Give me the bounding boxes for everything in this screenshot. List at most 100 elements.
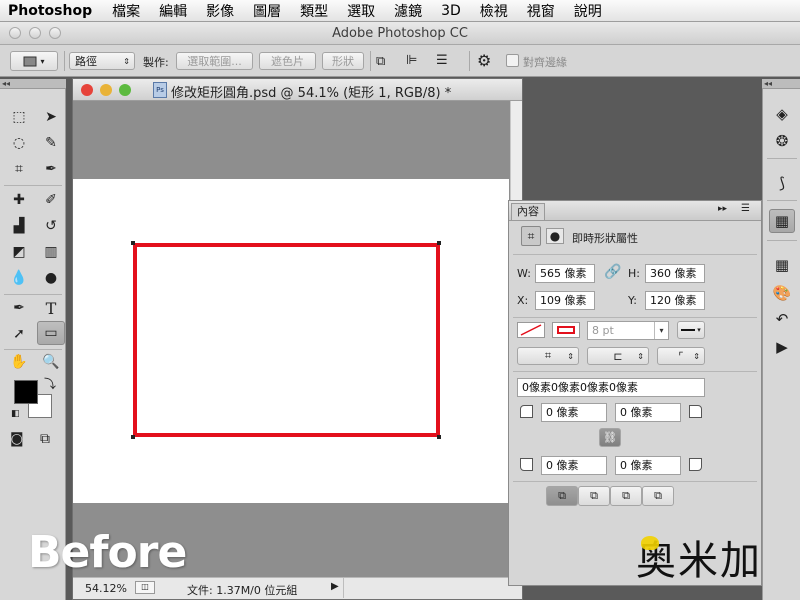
pen-icon[interactable]: ✒ [6, 297, 32, 319]
move-icon[interactable]: ➤ [38, 106, 64, 128]
dodge-icon[interactable]: ● [38, 267, 64, 289]
dock-header[interactable]: ◂◂ [762, 79, 800, 89]
select-arrows-icon: ⇕ [123, 56, 130, 66]
tool-preset-picker[interactable]: ▾ [10, 51, 58, 71]
eraser-icon[interactable]: ◩ [6, 241, 32, 263]
screen-mode-icon[interactable]: ⧉ [40, 431, 50, 447]
toolbox-header[interactable]: ◂◂ [0, 79, 66, 89]
doc-close-button[interactable] [81, 84, 93, 96]
psd-file-icon: Ps [153, 82, 167, 98]
rectangle-shape[interactable] [73, 179, 509, 503]
stamp-icon[interactable]: ▟ [6, 215, 32, 237]
stroke-align-select[interactable]: ⌗ ⇕ [517, 347, 579, 365]
align-edges-checkbox[interactable] [506, 54, 519, 67]
stroke-swatch[interactable] [552, 322, 580, 338]
exclude-shapes-button[interactable]: ⧉ [642, 486, 674, 506]
doc-zoom-button[interactable] [119, 84, 131, 96]
quick-select-icon[interactable]: ✎ [38, 132, 64, 154]
healing-icon[interactable]: ✚ [6, 189, 32, 211]
styles-icon[interactable]: 🎨 [769, 281, 795, 305]
quick-mask-icon[interactable]: ◙ [10, 431, 24, 447]
history-icon[interactable]: ↶ [769, 307, 795, 331]
file-info: 文件: 1.37M/0 位元組 [187, 584, 298, 597]
corner-top-right-field[interactable]: 0 像素 [615, 403, 681, 422]
actions-icon[interactable]: ▶ [769, 335, 795, 359]
intersect-shapes-button[interactable]: ⧉ [610, 486, 642, 506]
collapse-panel-icon[interactable]: ▸▸ [718, 204, 727, 214]
path-operations-icon[interactable]: ⧉ [376, 54, 385, 69]
document-title: 修改矩形圓角.psd @ 54.1% (矩形 1, RGB/8) * [171, 86, 452, 101]
paths-icon[interactable]: ⟆ [769, 171, 795, 195]
eyedropper-icon[interactable]: ✒ [38, 158, 64, 180]
path-select-icon[interactable]: ➚ [6, 323, 32, 345]
lasso-icon[interactable]: ◌ [6, 132, 32, 154]
rectangle-icon[interactable]: ▭ [37, 321, 65, 345]
combine-shapes-button[interactable]: ⧉ [546, 486, 578, 506]
zoom-icon[interactable]: 🔍 [38, 351, 64, 373]
panel-menu-icon[interactable]: ☰ [741, 203, 750, 214]
gradient-icon[interactable]: ▥ [38, 241, 64, 263]
subtract-shape-button[interactable]: ⧉ [578, 486, 610, 506]
status-menu-arrow-icon[interactable]: ▶ [331, 581, 339, 592]
hand-icon[interactable]: ✋ [6, 351, 32, 373]
x-field[interactable]: 109 像素 [535, 291, 595, 310]
shape-button[interactable]: 形狀 [322, 52, 364, 70]
stroke-caps-select[interactable]: ⊏ ⇕ [587, 347, 649, 365]
height-label: H: [628, 267, 640, 280]
swatches-icon[interactable]: ▦ [769, 253, 795, 277]
channels-icon[interactable]: ❂ [769, 129, 795, 153]
history-brush-icon[interactable]: ↺ [38, 215, 64, 237]
stroke-corners-select[interactable]: ⌜ ⇕ [657, 347, 705, 365]
corner-bottom-left-field[interactable]: 0 像素 [541, 456, 607, 475]
mask-icon[interactable]: ● [546, 228, 564, 244]
document-title-bar: Ps 修改矩形圓角.psd @ 54.1% (矩形 1, RGB/8) * [73, 79, 522, 101]
x-label: X: [517, 294, 529, 307]
selection-button[interactable]: 選取範圍... [176, 52, 253, 70]
menu-item-help[interactable]: 說明 [574, 1, 602, 21]
horizontal-scrollbar[interactable] [343, 578, 513, 598]
properties-tab[interactable]: 內容 [511, 203, 545, 220]
default-colors-icon[interactable]: ◧ [11, 409, 20, 419]
menu-item-image[interactable]: 影像 [206, 1, 234, 21]
live-shape-icon[interactable]: ⌗ [521, 226, 541, 246]
menu-item-3d[interactable]: 3D [441, 3, 461, 19]
path-alignment-icon[interactable]: ⊫ [406, 53, 417, 68]
canvas[interactable] [73, 179, 509, 503]
menu-item-select[interactable]: 選取 [347, 1, 375, 21]
crop-icon[interactable]: ⌗ [6, 158, 32, 180]
gear-icon[interactable]: ⚙ [477, 51, 491, 70]
fill-swatch[interactable] [517, 322, 545, 338]
path-arrangement-icon[interactable]: ☰ [436, 53, 448, 68]
menu-item-file[interactable]: 檔案 [112, 1, 140, 21]
link-corners-button[interactable]: ⛓ [599, 428, 621, 447]
menu-item-filter[interactable]: 濾鏡 [394, 1, 422, 21]
corner-top-left-field[interactable]: 0 像素 [541, 403, 607, 422]
before-watermark: Before [28, 527, 187, 578]
swap-colors-icon[interactable]: ⤵ [44, 375, 56, 392]
menu-item-layer[interactable]: 圖層 [253, 1, 281, 21]
properties-icon[interactable]: ▦ [769, 209, 795, 233]
menu-item-window[interactable]: 視窗 [527, 1, 555, 21]
type-icon[interactable]: T [38, 297, 64, 319]
app-menu[interactable]: Photoshop [8, 3, 92, 19]
zoom-options-icon[interactable]: ◫ [135, 581, 155, 594]
brush-icon[interactable]: ✐ [38, 189, 64, 211]
zoom-level[interactable]: 54.12% [85, 582, 127, 595]
menu-item-type[interactable]: 類型 [300, 1, 328, 21]
marquee-icon[interactable]: ⬚ [6, 106, 32, 128]
menu-item-edit[interactable]: 編輯 [159, 1, 187, 21]
menu-item-view[interactable]: 檢視 [480, 1, 508, 21]
corner-radius-summary-field[interactable]: 0像素0像素0像素0像素 [517, 378, 705, 397]
stroke-width-field[interactable]: 8 pt ▾ [587, 321, 669, 340]
corner-bottom-right-field[interactable]: 0 像素 [615, 456, 681, 475]
stroke-type-button[interactable]: ▾ [677, 321, 705, 339]
blur-icon[interactable]: 💧 [6, 267, 32, 289]
mode-select[interactable]: 路徑 ⇕ [69, 52, 135, 70]
y-field[interactable]: 120 像素 [645, 291, 705, 310]
mask-button[interactable]: 遮色片 [259, 52, 316, 70]
layers-icon[interactable]: ◈ [769, 102, 795, 126]
doc-minimize-button[interactable] [100, 84, 112, 96]
height-field[interactable]: 360 像素 [645, 264, 705, 283]
link-icon[interactable]: 🔗 [604, 264, 621, 280]
width-field[interactable]: 565 像素 [535, 264, 595, 283]
